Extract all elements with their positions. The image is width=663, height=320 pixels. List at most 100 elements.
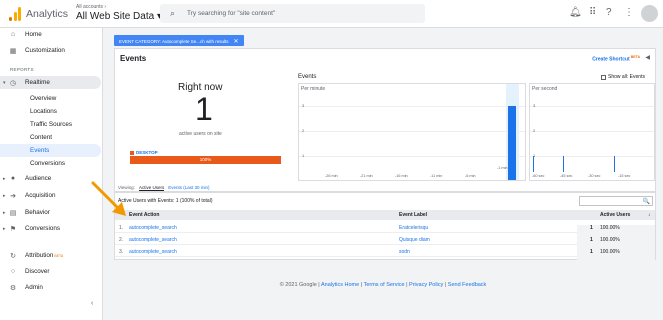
x-tick: -30 sec: [588, 174, 601, 178]
x-tick: -26 min: [325, 174, 338, 178]
y-tick: 2: [302, 128, 305, 133]
per-second-bar: [563, 156, 564, 172]
view-selector[interactable]: All Web Site Data ▾: [76, 11, 162, 22]
footer-copyright: © 2021 Google: [279, 282, 317, 288]
x-tick: -1 min: [497, 166, 508, 170]
caret-right-icon: ▸: [3, 209, 6, 216]
help-icon[interactable]: ?: [606, 8, 612, 18]
event-action-link[interactable]: autocomplete_search: [129, 249, 177, 255]
sidebar-item-acquisition[interactable]: ▸ ➔ Acquisition: [0, 189, 103, 202]
x-tick: -45 sec: [560, 174, 573, 178]
viewing-tabs: Viewing: Active Users Events (Last 30 mi…: [118, 185, 213, 191]
col-event-label[interactable]: Event Label: [399, 212, 427, 218]
caret-right-icon: ▸: [3, 192, 6, 199]
caret-right-icon: ▸: [3, 175, 6, 182]
sidebar-item-overview[interactable]: Overview: [0, 92, 103, 105]
close-icon[interactable]: ✕: [234, 39, 239, 45]
footer: © 2021 Google | Analytics Home | Terms o…: [279, 282, 487, 288]
sidebar-item-behavior[interactable]: ▸ ▤ Behavior: [0, 206, 103, 219]
footer-link-feedback[interactable]: Send Feedback: [448, 282, 487, 288]
top-bar: Analytics All accounts › All Web Site Da…: [0, 0, 663, 28]
active-users-label: active users on site: [179, 131, 222, 137]
analytics-logo[interactable]: [9, 7, 21, 21]
y-tick: 2: [533, 128, 536, 133]
y-tick: 1: [302, 153, 305, 158]
table-summary: Active Users with Events: 1 (100% of tot…: [118, 198, 213, 204]
y-tick: 3: [302, 103, 305, 108]
create-shortcut-link[interactable]: Create ShortcutBETA: [592, 55, 640, 63]
avatar[interactable]: [641, 5, 658, 22]
beta-badge: BETA: [54, 253, 64, 258]
person-icon: ●: [10, 175, 16, 182]
per-second-chart: Per second 3 2 1 -60 sec -45 sec -30 sec…: [529, 83, 655, 181]
search-icon: ⌕: [170, 8, 176, 18]
event-action-link[interactable]: autocomplete_search: [129, 225, 177, 231]
notifications-icon[interactable]: 🔔︎: [569, 8, 582, 18]
collapse-sidebar-icon[interactable]: ‹: [91, 300, 93, 307]
reports-label: REPORTS: [10, 67, 34, 72]
app-name: Analytics: [26, 8, 69, 20]
footer-link-terms[interactable]: Terms of Service: [364, 282, 405, 288]
device-legend: DESKTOP: [130, 150, 158, 155]
tab-active-users[interactable]: Active Users: [138, 185, 165, 191]
sidebar-item-traffic-sources[interactable]: Traffic Sources: [0, 118, 103, 131]
more-vert-icon[interactable]: ⋮: [624, 8, 634, 18]
x-tick: -16 min: [395, 174, 408, 178]
y-tick: 3: [533, 103, 536, 108]
home-icon: ⌂: [10, 31, 16, 38]
table-header: Event Action Event Label Active Users ↓: [115, 210, 655, 220]
sidebar-item-content[interactable]: Content: [0, 131, 103, 144]
customization-icon: ▦: [9, 47, 17, 55]
footer-link-analytics-home[interactable]: Analytics Home: [321, 282, 359, 288]
apps-grid-icon[interactable]: ⠿: [589, 8, 596, 18]
col-active-users[interactable]: Active Users: [600, 212, 630, 218]
tab-events-last-30[interactable]: Events (Last 30 min): [168, 185, 209, 191]
show-all-checkbox[interactable]: Show all: Events: [601, 74, 645, 80]
search-placeholder: Try searching for "site content": [187, 10, 276, 17]
sidebar-item-attribution[interactable]: ↻ Attribution BETA: [0, 249, 103, 262]
sidebar-item-locations[interactable]: Locations: [0, 105, 103, 118]
sidebar-item-realtime[interactable]: ▾ ◷ Realtime: [0, 76, 101, 89]
account-breadcrumb[interactable]: All accounts ›: [76, 4, 106, 10]
event-label-link[interactable]: Eratcelerisqu: [399, 225, 428, 231]
search-icon: 🔍: [642, 199, 650, 205]
sidebar-item-home[interactable]: ⌂ Home: [0, 28, 103, 41]
sidebar-item-customization[interactable]: ▦ Customization: [0, 44, 103, 57]
event-label-link[interactable]: Quisque diam: [399, 237, 430, 243]
sidebar-item-discover[interactable]: ○ Discover: [0, 265, 103, 278]
acquisition-icon: ➔: [10, 192, 16, 200]
flag-icon: ⚑: [9, 225, 17, 233]
table-search-input[interactable]: 🔍: [579, 196, 653, 206]
annotation-arrow: [91, 181, 126, 216]
event-label-link[interactable]: sodn: [399, 249, 410, 255]
sort-desc-icon[interactable]: ↓: [648, 212, 651, 218]
desktop-swatch: [130, 150, 134, 155]
behavior-icon: ▤: [9, 209, 17, 217]
event-action-link[interactable]: autocomplete_search: [129, 237, 177, 243]
megaphone-icon[interactable]: ◀: [645, 54, 650, 61]
per-minute-label: Per minute: [301, 86, 326, 92]
sidebar-item-conversions-rt[interactable]: Conversions: [0, 157, 103, 170]
footer-link-privacy[interactable]: Privacy Policy: [409, 282, 443, 288]
checkbox-icon: [601, 74, 606, 80]
table-row: 3. autocomplete_search sodn 1 100.00%: [115, 245, 655, 261]
event-category-filter[interactable]: EVENT CATEGORY: Autocomplete Se...ch wit…: [114, 35, 244, 46]
events-panel: Events Create ShortcutBETA ◀ Right now 1…: [114, 48, 656, 192]
per-second-label: Per second: [532, 86, 558, 92]
search-box[interactable]: ⌕ Try searching for "site content": [160, 4, 425, 23]
sidebar-item-events[interactable]: Events: [0, 144, 101, 157]
sidebar-item-audience[interactable]: ▸ ● Audience: [0, 172, 103, 185]
page-title: Events: [120, 54, 147, 63]
x-tick: -6 min: [465, 174, 476, 178]
table-row: 1. autocomplete_search Eratcelerisqu 1 1…: [115, 221, 655, 237]
caret-down-icon: ▾: [3, 79, 6, 86]
bulb-icon: ○: [10, 268, 16, 275]
active-users-count: 1: [195, 91, 213, 127]
sidebar-item-conversions[interactable]: ▸ ⚑ Conversions: [0, 222, 103, 235]
attribution-icon: ↻: [10, 252, 16, 260]
beta-badge: BETA: [630, 55, 640, 59]
caret-right-icon: ▸: [3, 225, 6, 232]
col-event-action[interactable]: Event Action: [129, 212, 159, 218]
table-row: 2. autocomplete_search Quisque diam 1 10…: [115, 233, 655, 249]
charts-title: Events: [298, 74, 317, 80]
